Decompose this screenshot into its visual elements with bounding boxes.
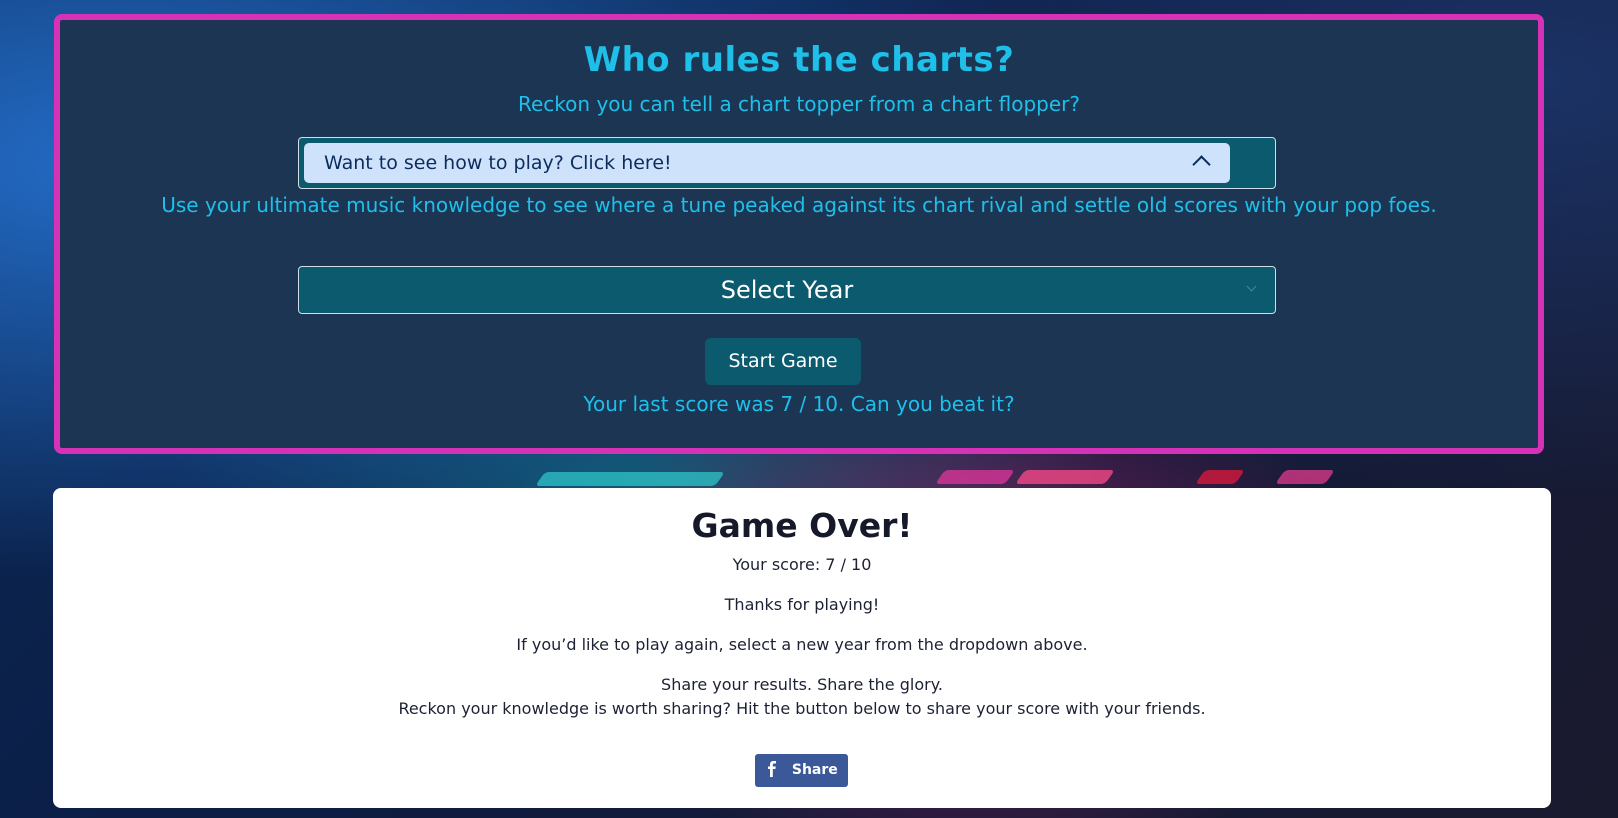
- page-subtitle: Reckon you can tell a chart topper from …: [518, 92, 1080, 116]
- share-button-label: Share: [791, 762, 838, 778]
- page-title: Who rules the charts?: [583, 40, 1015, 80]
- game-over-panel: Game Over! Your score: 7 / 10 Thanks for…: [53, 488, 1551, 808]
- play-again-text: If you’d like to play again, select a ne…: [516, 635, 1088, 654]
- year-select-value: Select Year: [720, 276, 854, 304]
- share-prompt: Reckon your knowledge is worth sharing? …: [398, 699, 1206, 718]
- background-streak: [1015, 470, 1115, 484]
- year-select[interactable]: Select Year: [298, 266, 1276, 314]
- last-score-text: Your last score was 7 / 10. Can you beat…: [583, 392, 1015, 416]
- background-streak: [1275, 470, 1335, 484]
- game-intro-panel: Who rules the charts? Reckon you can tel…: [54, 14, 1544, 454]
- background-streak: [935, 470, 1015, 484]
- start-game-button[interactable]: Start Game: [705, 338, 861, 385]
- how-to-play-label: Want to see how to play? Click here!: [324, 152, 672, 174]
- share-heading: Share your results. Share the glory.: [661, 675, 943, 694]
- background-streak: [535, 472, 725, 486]
- game-description: Use your ultimate music knowledge to see…: [161, 193, 1437, 217]
- facebook-share-button[interactable]: Share: [755, 754, 848, 787]
- score-text: Your score: 7 / 10: [732, 555, 872, 574]
- game-over-title: Game Over!: [691, 506, 913, 545]
- thanks-text: Thanks for playing!: [724, 595, 880, 614]
- facebook-icon: [765, 757, 779, 790]
- chevron-down-icon: [1246, 281, 1257, 292]
- chevron-up-icon: [1192, 155, 1211, 174]
- how-to-play-button[interactable]: Want to see how to play? Click here!: [304, 143, 1230, 183]
- background-streak: [1195, 470, 1245, 484]
- how-to-play-accordion: Want to see how to play? Click here!: [298, 137, 1276, 189]
